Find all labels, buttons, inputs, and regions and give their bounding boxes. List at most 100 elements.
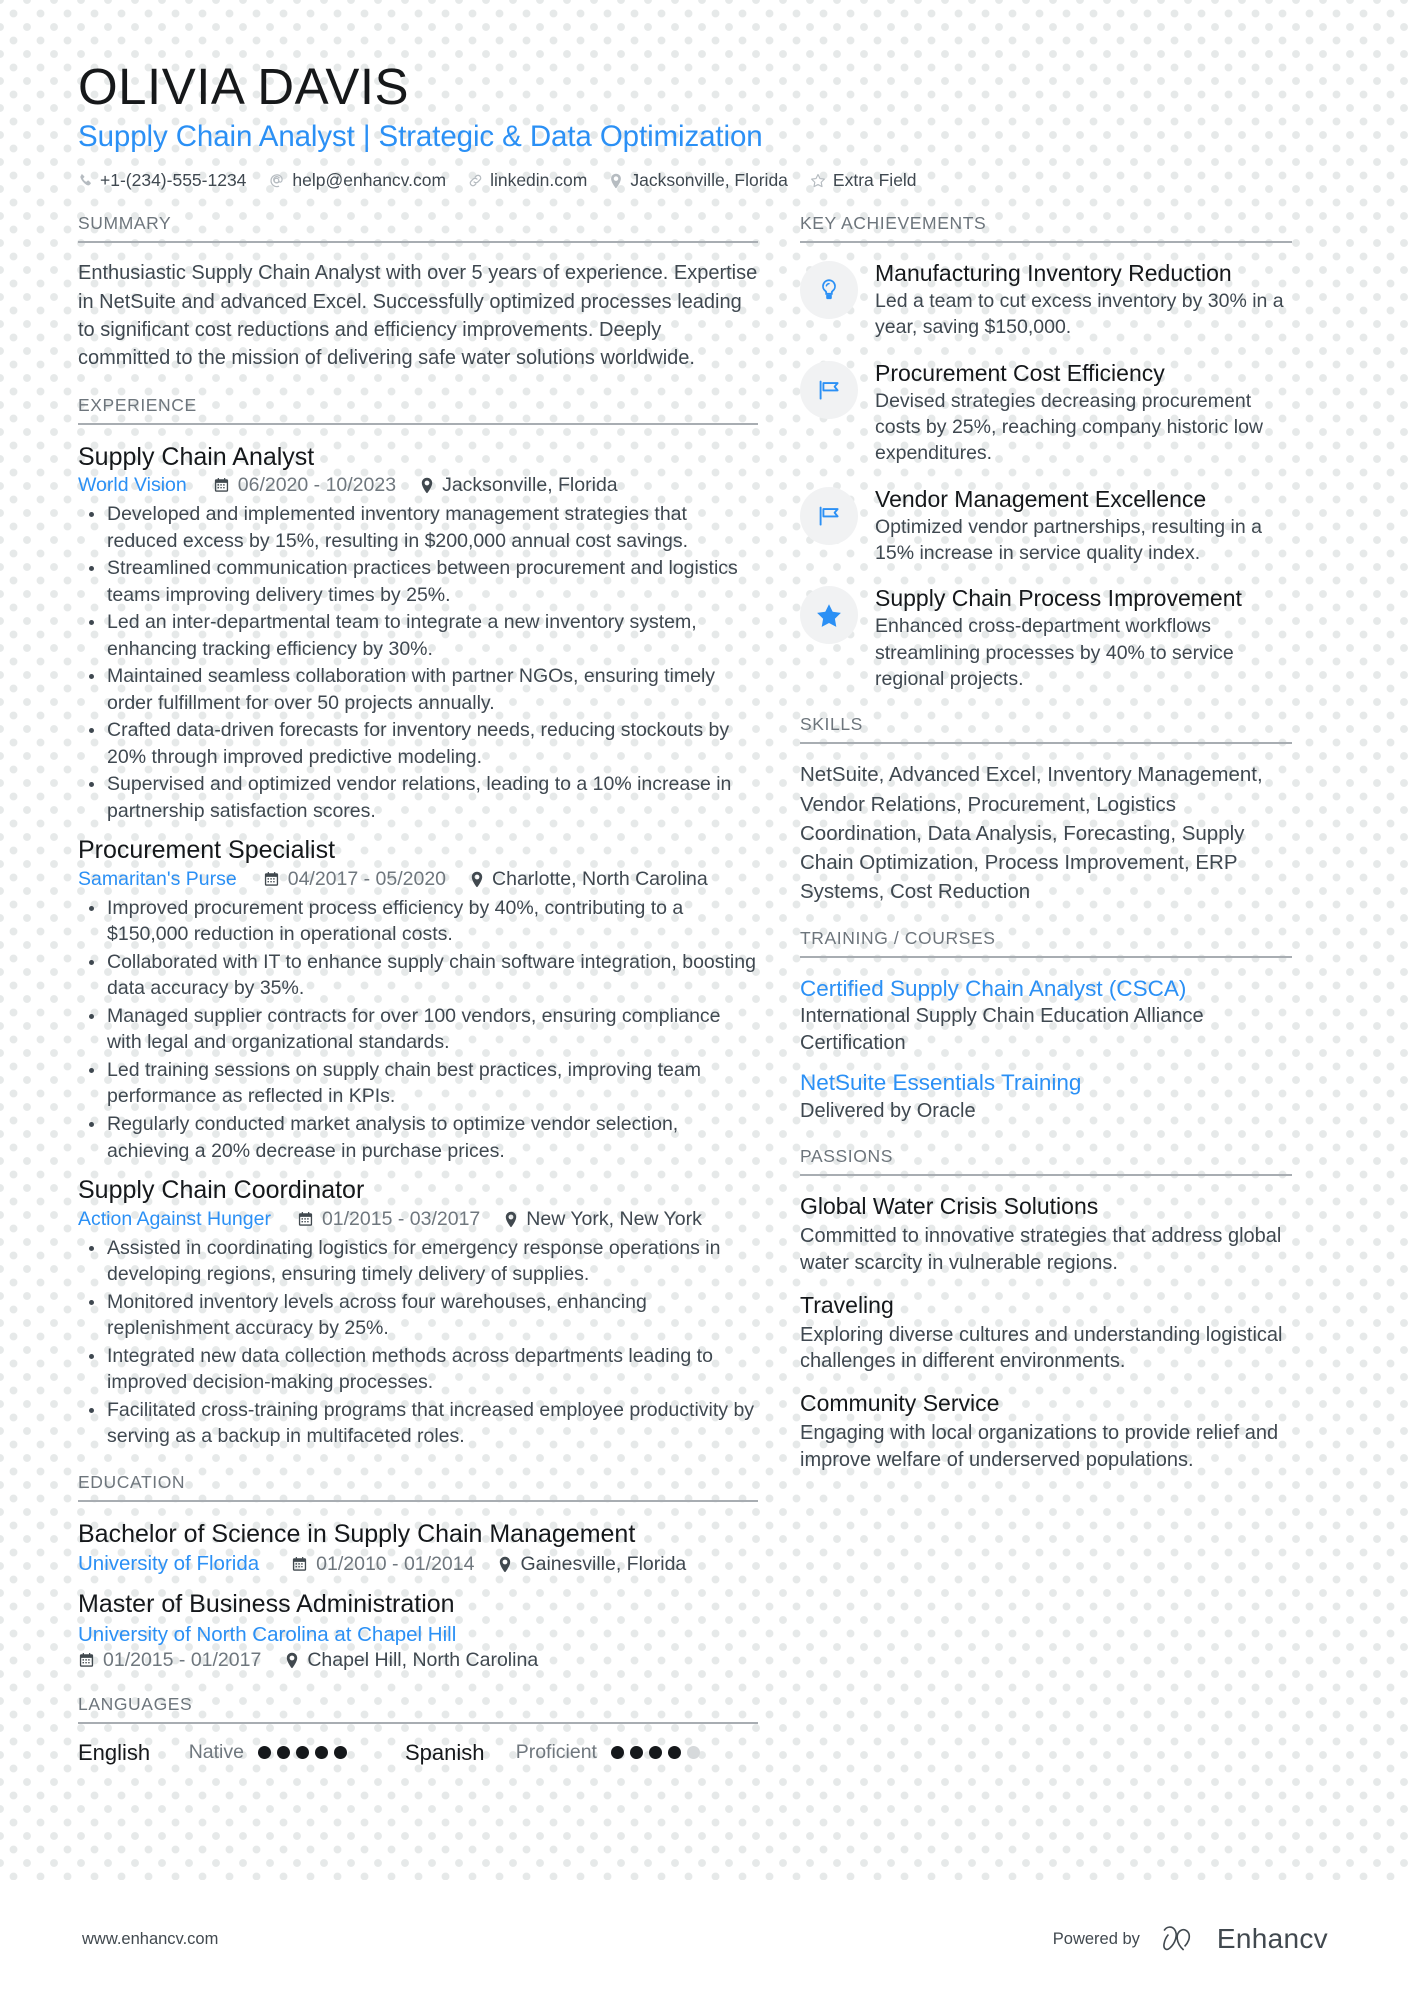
section-passions: PASSIONS Global Water Crisis Solutions Co… [800, 1146, 1292, 1473]
passion-description: Engaging with local organizations to pro… [800, 1422, 1279, 1471]
section-key-achievements: KEY ACHIEVEMENTS Manufacturing Inventory… [800, 213, 1292, 692]
section-rule [800, 241, 1292, 244]
education-dates: 01/2015 - 01/2017 [78, 1649, 261, 1672]
language-level: Native [188, 1741, 244, 1764]
experience-entry: Supply Chain Coordinator Action Against H… [78, 1174, 758, 1450]
language-name: English [78, 1739, 151, 1765]
experience-bullet: Assisted in coordinating logistics for e… [82, 1235, 758, 1288]
education-list: Bachelor of Science in Supply Chain Mana… [78, 1518, 758, 1672]
section-title-experience: EXPERIENCE [78, 394, 197, 415]
experience-bullet: Monitored inventory levels across four w… [82, 1289, 758, 1342]
experience-organization[interactable]: Samaritan's Purse [78, 868, 237, 891]
candidate-name: OLIVIA DAVIS [78, 58, 410, 115]
right-column: KEY ACHIEVEMENTS Manufacturing Inventory… [800, 213, 1292, 1766]
achievement-title: Vendor Management Excellence [875, 485, 1207, 512]
experience-bullet: Maintained seamless collaboration with p… [82, 663, 758, 716]
experience-entry: Procurement Specialist Samaritan's Purse 0… [78, 834, 758, 1164]
achievement-body: Procurement Cost Efficiency Devised strat… [875, 359, 1292, 467]
achievement-item: Supply Chain Process Improvement Enhanced… [800, 584, 1292, 692]
contact-location[interactable]: Jacksonville, Florida [609, 170, 788, 191]
rating-dot [629, 1746, 643, 1760]
experience-bullet: Integrated new data collection methods a… [82, 1343, 758, 1396]
section-title-key-achievements: KEY ACHIEVEMENTS [800, 213, 987, 234]
experience-role: Supply Chain Coordinator [78, 1176, 365, 1205]
section-title-education: EDUCATION [78, 1471, 186, 1492]
rating-dot [295, 1746, 309, 1760]
experience-location: New York, New York [504, 1208, 702, 1231]
section-experience: EXPERIENCE Supply Chain Analyst World Vis… [78, 395, 758, 1450]
achievement-description: Enhanced cross-department workflows stre… [875, 615, 1234, 691]
achievement-body: Supply Chain Process Improvement Enhanced… [875, 584, 1292, 692]
education-location: Gainesville, Florida [498, 1553, 686, 1576]
contact-extra-field[interactable]: Extra Field [810, 170, 917, 191]
section-rule [800, 742, 1292, 745]
education-meta: University of North Carolina at Chapel H… [78, 1623, 758, 1647]
education-degree: Bachelor of Science in Supply Chain Mana… [78, 1519, 636, 1548]
experience-bullet: Collaborated with IT to enhance supply c… [82, 949, 758, 1002]
education-school[interactable]: University of Florida [78, 1552, 259, 1576]
section-education: EDUCATION Bachelor of Science in Supply … [78, 1472, 758, 1672]
training-name[interactable]: Certified Supply Chain Analyst (CSCA) [800, 974, 1292, 1003]
rating-dot [610, 1746, 624, 1760]
passion-item: Global Water Crisis Solutions Committed t… [800, 1192, 1292, 1276]
training-description: International Supply Chain Education All… [800, 1005, 1204, 1054]
section-title-passions: PASSIONS [800, 1146, 893, 1167]
experience-organization[interactable]: Action Against Hunger [78, 1208, 271, 1231]
passion-item: Traveling Exploring diverse cultures and … [800, 1291, 1292, 1375]
achievement-description: Optimized vendor partnerships, resulting… [875, 515, 1262, 565]
calendar-icon [297, 1211, 314, 1228]
phone-icon [78, 173, 93, 188]
location-pin-icon [609, 173, 623, 189]
skills-text: NetSuite, Advanced Excel, Inventory Mana… [800, 763, 1263, 903]
section-title-training: TRAINING / COURSES [800, 927, 996, 948]
experience-bullets: Improved procurement process efficiency … [82, 895, 758, 1164]
passions-list: Global Water Crisis Solutions Committed t… [800, 1192, 1292, 1473]
section-rule [78, 1499, 758, 1502]
enhancv-logo: Enhancv [1162, 1923, 1328, 1955]
training-name[interactable]: NetSuite Essentials Training [800, 1068, 1292, 1097]
location-pin-icon [420, 477, 434, 494]
experience-bullet: Crafted data-driven forecasts for invent… [82, 717, 758, 770]
training-list: Certified Supply Chain Analyst (CSCA) Int… [800, 974, 1292, 1124]
language-rating-dots [257, 1746, 353, 1760]
lightbulb-icon [800, 261, 858, 320]
passion-item: Community Service Engaging with local org… [800, 1389, 1292, 1473]
rating-dot [686, 1746, 700, 1760]
email-icon [268, 172, 285, 189]
experience-entry: Supply Chain Analyst World Vision 06/2020 … [78, 441, 758, 825]
experience-location: Jacksonville, Florida [420, 474, 618, 497]
experience-organization[interactable]: World Vision [78, 474, 187, 497]
section-rule [800, 955, 1292, 958]
achievement-item: Procurement Cost Efficiency Devised strat… [800, 359, 1292, 467]
enhancv-mark-icon [1162, 1924, 1217, 1954]
contact-link[interactable]: linkedin.com [468, 170, 587, 191]
experience-bullet: Facilitated cross-training programs that… [82, 1397, 758, 1450]
summary-text: Enthusiastic Supply Chain Analyst with o… [78, 262, 758, 370]
rating-dot [257, 1746, 271, 1760]
education-school[interactable]: University of North Carolina at Chapel H… [78, 1623, 456, 1647]
language-name: Spanish [404, 1739, 485, 1765]
experience-bullets: Assisted in coordinating logistics for e… [82, 1235, 758, 1450]
experience-dates: 01/2015 - 03/2017 [297, 1208, 480, 1231]
experience-meta: Action Against Hunger 01/2015 - 03/2017 Ne… [78, 1208, 758, 1231]
languages-list: English Native Spanish Proficient [78, 1740, 758, 1766]
rating-dot [314, 1746, 328, 1760]
experience-list: Supply Chain Analyst World Vision 06/2020 … [78, 441, 758, 1450]
section-title-summary: SUMMARY [78, 213, 172, 234]
experience-location: Charlotte, North Carolina [470, 868, 708, 891]
experience-bullet: Developed and implemented inventory mana… [82, 501, 758, 554]
education-location: Chapel Hill, North Carolina [285, 1649, 538, 1672]
contact-phone[interactable]: +1-(234)-555-1234 [78, 170, 246, 191]
achievement-item: Vendor Management Excellence Optimized ve… [800, 485, 1292, 567]
experience-bullet: Led training sessions on supply chain be… [82, 1057, 758, 1110]
passion-title: Traveling [800, 1291, 894, 1318]
experience-bullet: Improved procurement process efficiency … [82, 895, 758, 948]
experience-bullets: Developed and implemented inventory mana… [82, 501, 758, 824]
contact-email[interactable]: help@enhancv.com [268, 170, 446, 191]
passion-description: Exploring diverse cultures and understan… [800, 1323, 1283, 1373]
achievement-description: Led a team to cut excess inventory by 30… [875, 290, 1284, 339]
resume-columns: SUMMARY Enthusiastic Supply Chain Analys… [78, 213, 1332, 1766]
experience-bullet: Regularly conducted market analysis to o… [82, 1111, 758, 1164]
footer-url[interactable]: www.enhancv.com [82, 1930, 218, 1949]
rating-dot [276, 1746, 290, 1760]
